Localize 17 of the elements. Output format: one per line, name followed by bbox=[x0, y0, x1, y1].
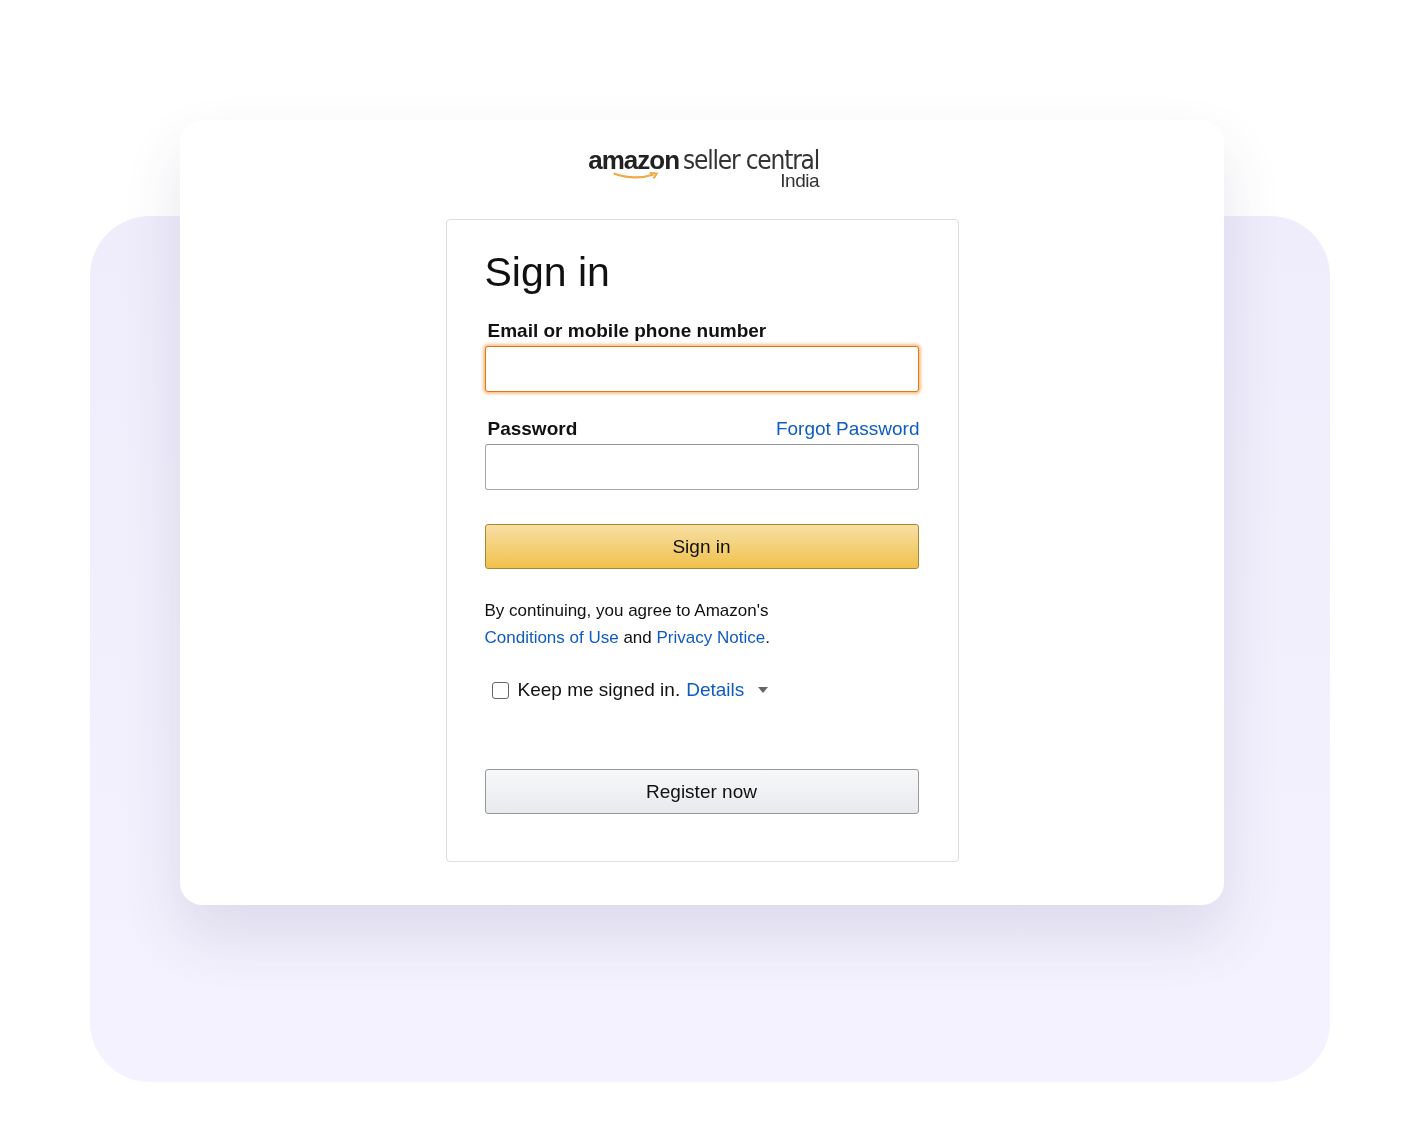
agreement-text: By continuing, you agree to Amazon's Conditions of Use and Privacy Notice. bbox=[484, 600, 771, 649]
details-link[interactable]: Details bbox=[686, 679, 745, 701]
policy-link[interactable]: Privacy Notice bbox=[656, 628, 766, 647]
input-field[interactable] bbox=[484, 346, 919, 392]
field-label: Password bbox=[487, 418, 578, 440]
forgot-password-link[interactable]: Forgot Password bbox=[775, 418, 920, 440]
checkbox[interactable] bbox=[491, 681, 509, 699]
input-field[interactable] bbox=[484, 444, 919, 490]
sign-in-button[interactable]: Sign in bbox=[484, 524, 919, 569]
policy-link[interactable]: Conditions of Use bbox=[484, 628, 619, 647]
smile-arrow-icon bbox=[611, 172, 660, 180]
register-button[interactable]: Register now bbox=[484, 769, 919, 814]
field-label: Email or mobile phone number bbox=[487, 320, 767, 342]
brand-logo-text: amazon bbox=[588, 146, 680, 174]
page-title: Sign in bbox=[484, 248, 611, 296]
checkbox-label: Keep me signed in. bbox=[517, 679, 681, 701]
caret-icon[interactable] bbox=[758, 687, 769, 693]
